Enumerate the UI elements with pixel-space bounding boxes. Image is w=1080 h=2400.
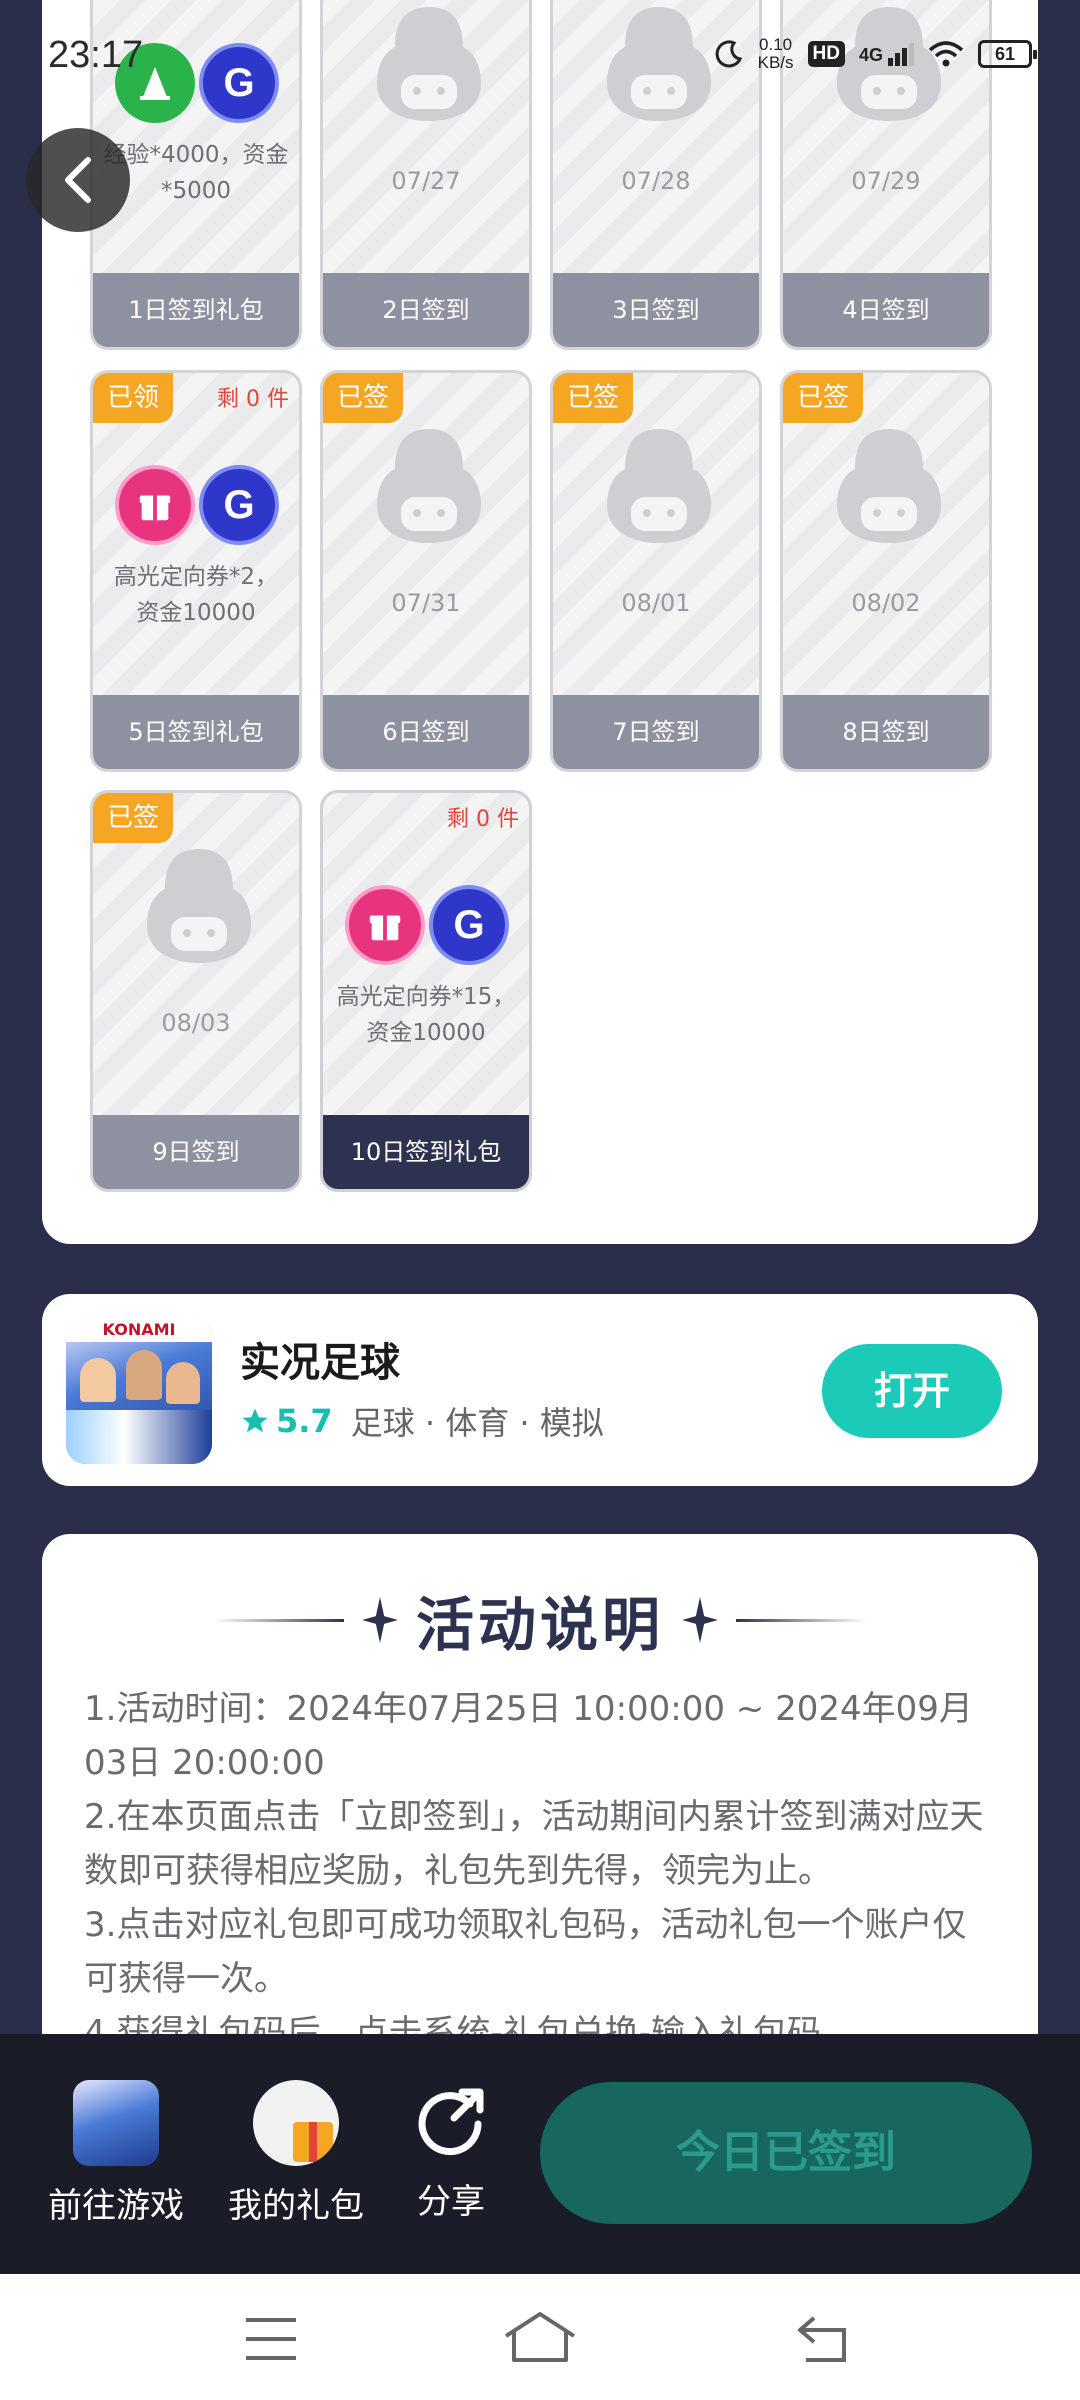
- card-date: 07/27: [391, 167, 461, 195]
- reward-desc: 经验*4000，资金*5000: [103, 142, 289, 204]
- rules-text: 1.活动时间：2024年07月25日 10:00:00 ~ 2024年09月03…: [84, 1682, 996, 2060]
- remaining-count: 剩 0 件: [217, 387, 289, 412]
- go-game-label: 前往游戏: [48, 2186, 184, 2226]
- reward-desc: 高光定向券*15，资金10000: [336, 984, 516, 1046]
- reward-desc: 高光定向券*2，资金10000: [113, 564, 279, 626]
- status-badge: 已签: [553, 373, 633, 423]
- konami-logo: KONAMI: [66, 1318, 212, 1342]
- checkin-day-card[interactable]: 08/03 已签 9日签到: [90, 790, 302, 1192]
- checkin-panel: G 经验*4000，资金*5000 1日签到礼包 07/27 2日签到 07/28 3日签到…: [42, 0, 1038, 1244]
- game-app-card: KONAMI 实况足球 5.7 足球 · 体育 · 模拟 打开: [42, 1294, 1038, 1486]
- card-date: 07/28: [621, 167, 691, 195]
- gift-bag-icon: [253, 2080, 339, 2166]
- rule-line: 3.点击对应礼包即可成功领取礼包码，活动礼包一个账户仅可获得一次。: [84, 1905, 967, 1999]
- g-coin-icon: G: [199, 43, 279, 123]
- gift-coin-icon: [115, 465, 195, 545]
- placeholder-avatar-icon: [833, 3, 945, 125]
- card-footer-label: 7日签到: [553, 695, 759, 769]
- checkin-day-card[interactable]: G 高光定向券*15，资金10000 剩 0 件 10日签到礼包: [320, 790, 532, 1192]
- card-date: 08/03: [161, 1009, 231, 1037]
- game-name: 实况足球: [240, 1340, 400, 1386]
- reward-icons: G: [115, 465, 279, 545]
- signed-today-button[interactable]: 今日已签到: [540, 2082, 1032, 2224]
- card-footer-label: 1日签到礼包: [93, 273, 299, 347]
- g-coin-icon: G: [429, 885, 509, 965]
- share-icon: [418, 2088, 484, 2156]
- placeholder-avatar-icon: [833, 425, 945, 547]
- checkin-day-card[interactable]: G 高光定向券*2，资金10000 已领 剩 0 件 5日签到礼包: [90, 370, 302, 772]
- game-meta: 5.7 足球 · 体育 · 模拟: [240, 1398, 604, 1444]
- card-date: 07/29: [851, 167, 921, 195]
- checkin-day-card[interactable]: 08/02 已签 8日签到: [780, 370, 992, 772]
- card-footer-label: 3日签到: [553, 273, 759, 347]
- bottom-action-bar: 前往游戏 我的礼包 分享 今日已签到: [0, 2034, 1080, 2274]
- placeholder-avatar-icon: [373, 425, 485, 547]
- rules-title: 活动说明: [415, 1591, 664, 1659]
- game-tags: 足球 · 体育 · 模拟: [350, 1404, 604, 1442]
- card-footer-label: 9日签到: [93, 1115, 299, 1189]
- card-date: 08/02: [851, 589, 921, 617]
- card-date: 07/31: [391, 589, 461, 617]
- open-game-button[interactable]: 打开: [822, 1344, 1002, 1438]
- rule-line: 2.在本页面点击「立即签到」，活动期间内累计签到满对应天数即可获得相应奖励，礼包…: [84, 1797, 984, 1891]
- card-footer-label: 4日签到: [783, 273, 989, 347]
- back-nav-icon[interactable]: [794, 2314, 850, 2364]
- status-badge: 已签: [783, 373, 863, 423]
- reward-icons: G: [345, 885, 509, 965]
- home-icon[interactable]: [502, 2310, 578, 2364]
- game-small-icon: [73, 2080, 159, 2166]
- activity-rules-card: 活动说明 1.活动时间：2024年07月25日 10:00:00 ~ 2024年…: [42, 1534, 1038, 2054]
- sparkle-right-icon: [682, 1597, 718, 1643]
- back-button[interactable]: [26, 128, 130, 232]
- game-thumbnail[interactable]: KONAMI: [66, 1318, 212, 1464]
- checkin-day-card[interactable]: 07/29 4日签到: [780, 0, 992, 350]
- placeholder-avatar-icon: [603, 425, 715, 547]
- go-game-button[interactable]: 前往游戏: [48, 2080, 184, 2227]
- cone-coin-icon: [115, 43, 195, 123]
- reward-icons: G: [115, 43, 279, 123]
- rules-header: 活动说明: [42, 1578, 1038, 1662]
- rule-line: 1.活动时间：2024年07月25日 10:00:00 ~ 2024年09月03…: [84, 1689, 973, 1783]
- status-badge: 已签: [93, 793, 173, 843]
- placeholder-avatar-icon: [603, 3, 715, 125]
- status-badge: 已领: [93, 373, 173, 423]
- game-score-value: 5.7: [276, 1402, 333, 1440]
- checkin-day-card[interactable]: 07/27 2日签到: [320, 0, 532, 350]
- chevron-left-icon: [65, 157, 91, 203]
- remaining-count: 剩 0 件: [447, 807, 519, 832]
- sparkle-left-icon: [361, 1597, 398, 1643]
- share-button[interactable]: 分享: [408, 2080, 494, 2223]
- card-footer-label: 5日签到礼包: [93, 695, 299, 769]
- system-nav-bar: [0, 2274, 1080, 2400]
- checkin-day-card[interactable]: 07/28 3日签到: [550, 0, 762, 350]
- card-date: 08/01: [621, 589, 691, 617]
- card-footer-label: 8日签到: [783, 695, 989, 769]
- my-gifts-button[interactable]: 我的礼包: [228, 2080, 364, 2227]
- star-icon: [242, 1408, 268, 1433]
- status-badge: 已签: [323, 373, 403, 423]
- menu-icon[interactable]: [244, 2316, 298, 2362]
- my-gifts-label: 我的礼包: [228, 2186, 364, 2226]
- game-score: 5.7: [240, 1402, 333, 1440]
- share-label: 分享: [417, 2182, 485, 2222]
- gift-coin-icon: [345, 885, 425, 965]
- card-footer-label: 10日签到礼包: [323, 1115, 529, 1189]
- g-coin-icon: G: [199, 465, 279, 545]
- checkin-day-card[interactable]: 07/31 已签 6日签到: [320, 370, 532, 772]
- placeholder-avatar-icon: [373, 3, 485, 125]
- title-line-left: [213, 1618, 344, 1622]
- card-footer-label: 2日签到: [323, 273, 529, 347]
- checkin-day-card[interactable]: 08/01 已签 7日签到: [550, 370, 762, 772]
- card-footer-label: 6日签到: [323, 695, 529, 769]
- title-line-right: [736, 1618, 866, 1622]
- placeholder-avatar-icon: [143, 845, 255, 967]
